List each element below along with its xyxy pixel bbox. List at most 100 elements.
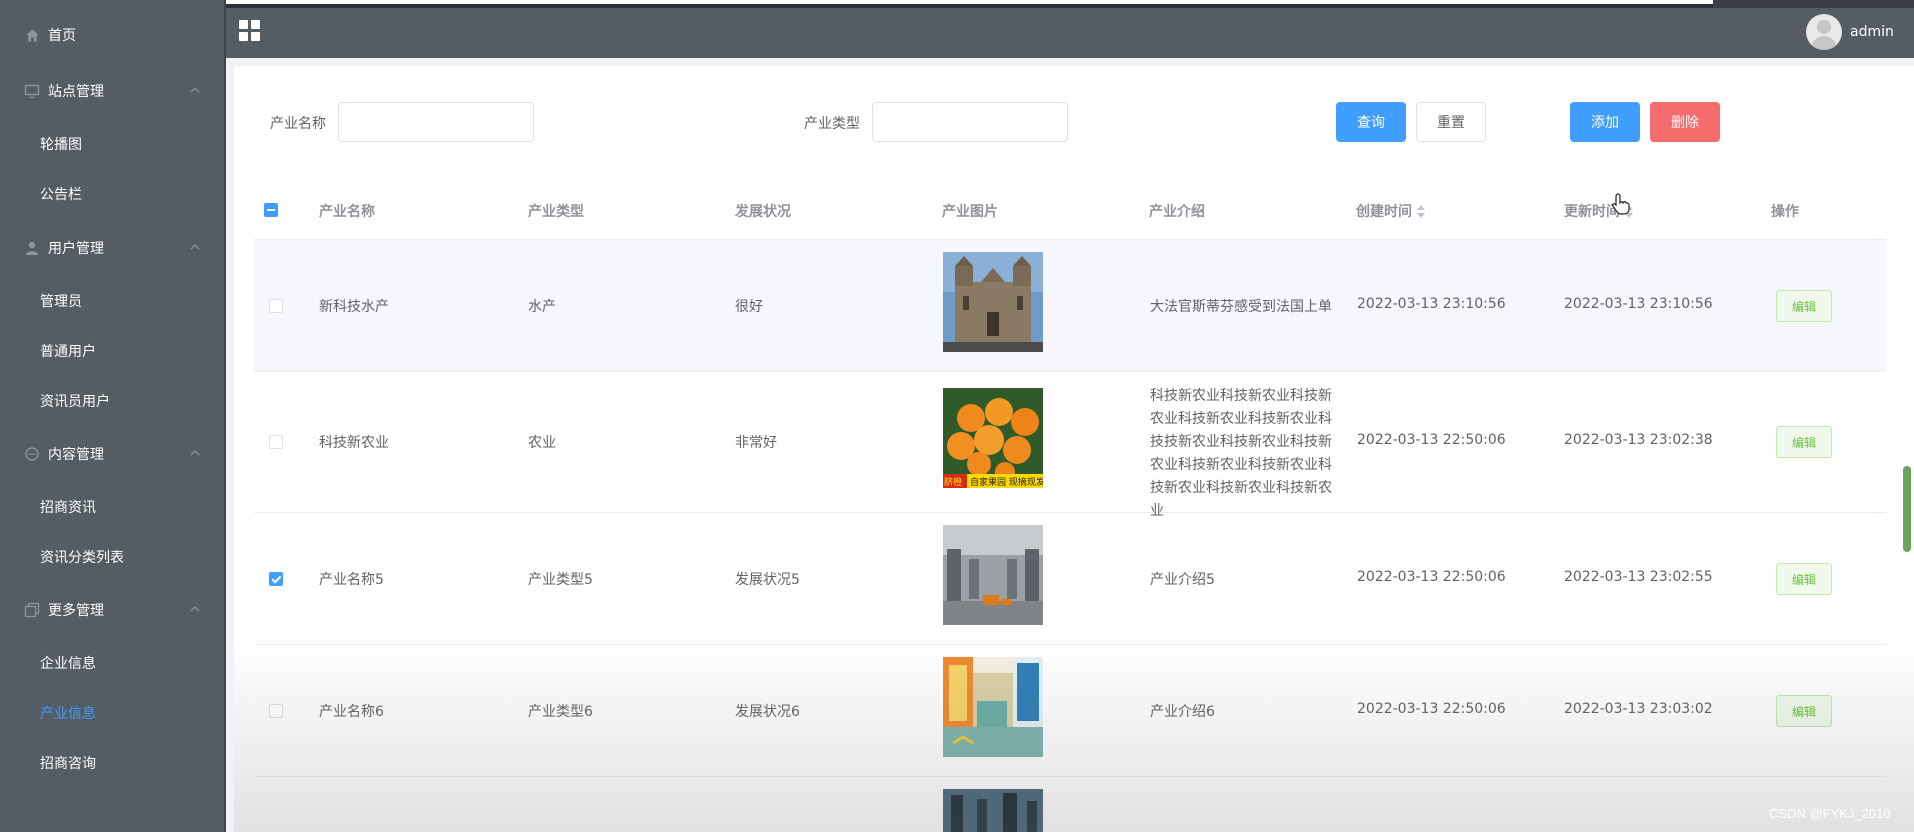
- scrollbar-thumb[interactable]: [1903, 466, 1911, 552]
- sidebar-item-users[interactable]: 普通用户: [0, 329, 224, 373]
- row-checkbox[interactable]: [269, 704, 283, 718]
- column-header: 产业名称: [319, 204, 375, 220]
- sidebar-item-notice[interactable]: 公告栏: [0, 172, 224, 216]
- cell-type: 产业类型6: [528, 704, 593, 720]
- sidebar-item-label: 首页: [48, 28, 76, 44]
- cell-created: 2022-03-13 22:50:06: [1357, 432, 1506, 448]
- hand-cursor-icon: [1612, 193, 1630, 215]
- table-row[interactable]: 产业名称5 产业类型5 发展状况5 产业介绍5 2022-03-13 22:50…: [254, 513, 1886, 645]
- sidebar-group-content[interactable]: 内容管理: [0, 431, 224, 477]
- reset-button[interactable]: 重置: [1416, 102, 1486, 142]
- chevron-up-icon: [190, 87, 200, 93]
- watermark: CSDN @FYKJ_2010: [1769, 806, 1891, 821]
- main-panel: 产业名称 产业类型 查询 重置 添加 删除 产业名称 产业类型 发展状况 产业图…: [234, 66, 1914, 832]
- cell-intro: 产业介绍5: [1150, 572, 1215, 588]
- top-strip: [0, 0, 1914, 8]
- sidebar-divider: [224, 0, 226, 832]
- username[interactable]: admin: [1850, 24, 1894, 40]
- table-header: 产业名称 产业类型 发展状况 产业图片 产业介绍 创建时间 更新时间 操作: [254, 180, 1886, 240]
- grid-menu-icon[interactable]: [239, 20, 261, 42]
- cell-intro: 产业介绍6: [1150, 704, 1215, 720]
- user-icon: [24, 240, 40, 256]
- sidebar-item-investment-news[interactable]: 招商资讯: [0, 485, 224, 529]
- monitor-icon: [24, 83, 40, 99]
- cell-status: 很好: [735, 299, 763, 315]
- sidebar-item-news-staff[interactable]: 资讯员用户: [0, 379, 224, 423]
- sidebar-group-label: 内容管理: [48, 447, 104, 463]
- column-header: 产业图片: [942, 204, 998, 220]
- image-caption: 脐橙: [944, 478, 963, 488]
- chat-icon: [24, 446, 40, 462]
- sidebar-item-company-info[interactable]: 企业信息: [0, 641, 224, 685]
- sidebar-item-investment-inquiry[interactable]: 招商咨询: [0, 741, 224, 785]
- top-header: admin: [226, 8, 1914, 58]
- cell-created: 2022-03-13 22:50:06: [1357, 701, 1506, 717]
- table-row[interactable]: 科技新农业 农业 非常好 自家果园 现摘现发 脐橙 科技新农业科技新农业科技新农…: [254, 372, 1886, 519]
- cell-updated: 2022-03-13 23:03:02: [1564, 701, 1713, 717]
- add-button[interactable]: 添加: [1570, 102, 1640, 142]
- sidebar-group-site[interactable]: 站点管理: [0, 68, 224, 114]
- sidebar-group-label: 站点管理: [48, 84, 104, 100]
- avatar[interactable]: [1806, 14, 1842, 50]
- chevron-up-icon: [190, 450, 200, 456]
- industry-name-input[interactable]: [338, 102, 534, 142]
- column-header: 发展状况: [735, 204, 791, 220]
- cell-type: 农业: [528, 435, 556, 451]
- cell-created: 2022-03-13 23:10:56: [1357, 296, 1506, 312]
- cathedral-photo: [943, 252, 1043, 352]
- sidebar-item-news-categories[interactable]: 资讯分类列表: [0, 535, 224, 579]
- query-button[interactable]: 查询: [1336, 102, 1406, 142]
- edit-button[interactable]: 编辑: [1776, 426, 1832, 458]
- row-checkbox[interactable]: [269, 435, 283, 449]
- cell-updated: 2022-03-13 23:10:56: [1564, 296, 1713, 312]
- home-icon: [24, 27, 40, 43]
- sidebar-item-home[interactable]: 首页: [0, 12, 224, 58]
- interior-photo: [943, 657, 1043, 757]
- cell-name: 科技新农业: [319, 435, 389, 451]
- sidebar-group-label: 用户管理: [48, 241, 104, 257]
- warehouse-photo: [943, 525, 1043, 625]
- oranges-photo: 自家果园 现摘现发 脐橙: [943, 388, 1043, 488]
- delete-button[interactable]: 删除: [1650, 102, 1720, 142]
- cell-intro: 大法官斯蒂芬感受到法国上单: [1150, 299, 1332, 315]
- column-header: 操作: [1771, 204, 1799, 220]
- cell-type: 水产: [528, 299, 556, 315]
- sidebar-item-industry-info[interactable]: 产业信息: [0, 691, 224, 735]
- chevron-up-icon: [190, 244, 200, 250]
- cell-name: 产业名称6: [319, 704, 384, 720]
- cell-name: 新科技水产: [319, 299, 389, 315]
- column-header: 产业类型: [528, 204, 584, 220]
- cell-status: 发展状况5: [735, 572, 800, 588]
- edit-button[interactable]: 编辑: [1776, 695, 1832, 727]
- sidebar-item-admins[interactable]: 管理员: [0, 279, 224, 323]
- table-row[interactable]: 产业名称6 产业类型6 发展状况6 产业介绍6 2022-03-13 22:50…: [254, 645, 1886, 777]
- edit-button[interactable]: 编辑: [1776, 563, 1832, 595]
- sidebar-item-carousel[interactable]: 轮播图: [0, 122, 224, 166]
- cell-updated: 2022-03-13 23:02:55: [1564, 569, 1713, 585]
- chevron-up-icon: [190, 606, 200, 612]
- industry-photo: [943, 789, 1043, 832]
- cell-updated: 2022-03-13 23:02:38: [1564, 432, 1713, 448]
- row-checkbox[interactable]: [269, 299, 283, 313]
- sidebar-group-users[interactable]: 用户管理: [0, 225, 224, 271]
- industry-type-label: 产业类型: [804, 116, 860, 132]
- sidebar-group-label: 更多管理: [48, 603, 104, 619]
- column-header-created[interactable]: 创建时间: [1356, 201, 1426, 221]
- cell-created: 2022-03-13 22:50:06: [1357, 569, 1506, 585]
- cell-type: 产业类型5: [528, 572, 593, 588]
- table-row[interactable]: [254, 777, 1886, 832]
- row-checkbox[interactable]: [269, 572, 283, 586]
- table-row[interactable]: 新科技水产 水产 很好 大法官斯蒂芬感受到法国上单 2022-03-13 23:…: [254, 240, 1886, 372]
- industry-name-label: 产业名称: [270, 116, 326, 132]
- cell-intro: 科技新农业科技新农业科技新农业科技新农业科技新农业科技技新农业科技新农业科技新农…: [1150, 388, 1332, 519]
- cell-status: 非常好: [735, 435, 777, 451]
- sort-icon[interactable]: [1416, 205, 1426, 219]
- sidebar-group-more[interactable]: 更多管理: [0, 587, 224, 633]
- sidebar: 首页 站点管理 轮播图 公告栏 用户管理 管理员 普通用户 资讯员用户 内容管理…: [0, 0, 224, 832]
- image-caption: 自家果园 现摘现发: [970, 478, 1043, 488]
- industry-type-input[interactable]: [872, 102, 1068, 142]
- edit-button[interactable]: 编辑: [1776, 290, 1832, 322]
- select-all-checkbox[interactable]: [264, 203, 278, 217]
- cell-status: 发展状况6: [735, 704, 800, 720]
- copy-icon: [24, 602, 40, 618]
